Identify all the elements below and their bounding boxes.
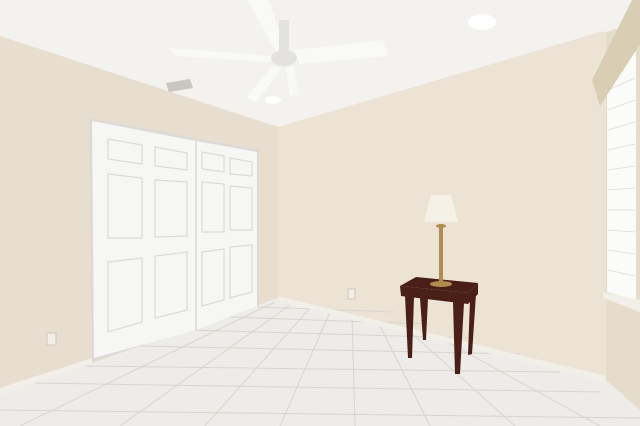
electrical-outlet-icon <box>347 288 356 300</box>
bedroom-scene <box>0 0 640 426</box>
recessed-light-icon <box>468 14 496 30</box>
electrical-outlet-icon <box>46 332 57 346</box>
recessed-light-icon <box>265 96 281 104</box>
